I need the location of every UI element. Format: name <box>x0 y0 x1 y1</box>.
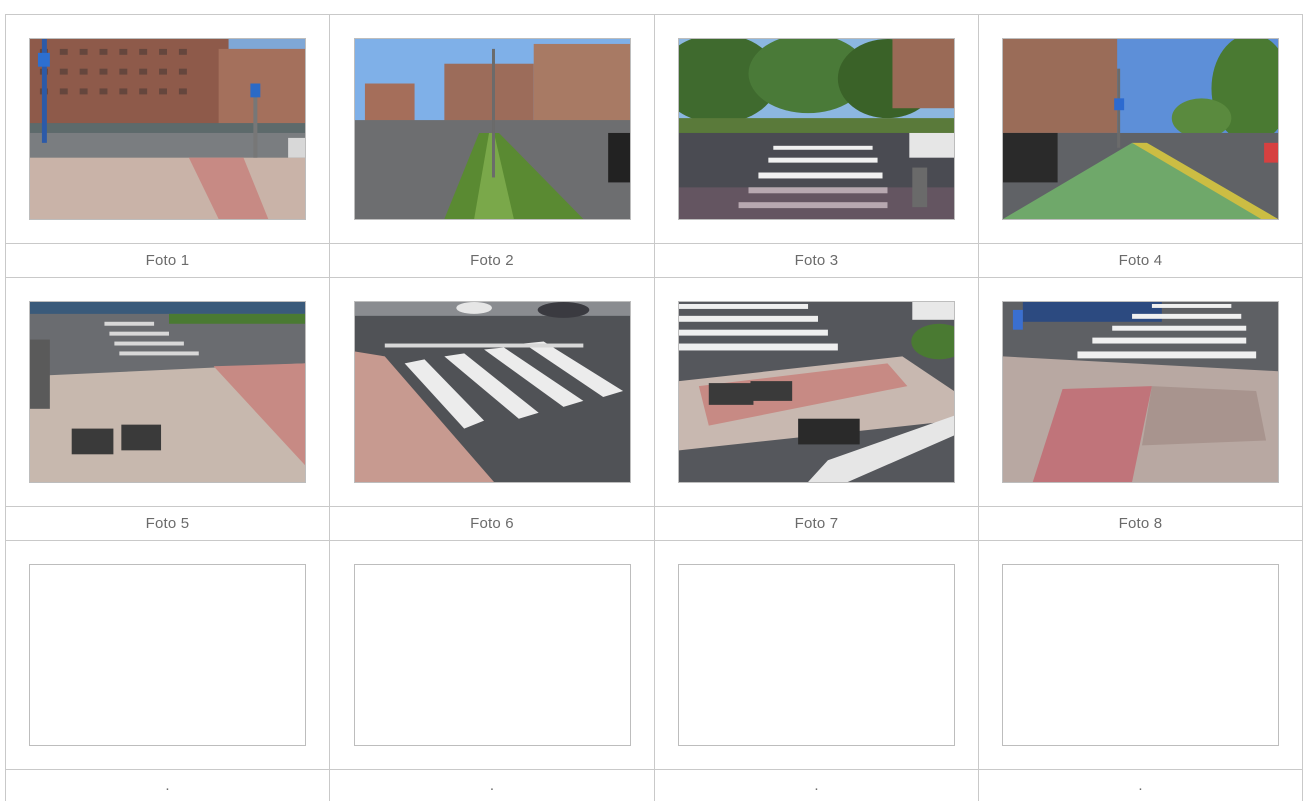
photo-cell-10 <box>329 540 655 770</box>
photo-8[interactable] <box>1002 301 1279 483</box>
caption-4: Foto 4 <box>978 243 1303 278</box>
photo-cell-7 <box>654 277 979 507</box>
caption-7: Foto 7 <box>654 506 979 541</box>
photo-cell-12 <box>978 540 1303 770</box>
caption-1: Foto 1 <box>5 243 330 278</box>
caption-3: Foto 3 <box>654 243 979 278</box>
caption-2: Foto 2 <box>329 243 655 278</box>
photo-cell-1 <box>5 14 330 244</box>
photo-placeholder-11[interactable] <box>678 564 955 746</box>
photo-2[interactable] <box>353 38 631 220</box>
photo-placeholder-12[interactable] <box>1002 564 1279 746</box>
photo-cell-5 <box>5 277 330 507</box>
photo-cell-3 <box>654 14 979 244</box>
photo-5[interactable] <box>29 301 306 483</box>
caption-6: Foto 6 <box>329 506 655 541</box>
caption-11: . <box>654 769 979 801</box>
photo-placeholder-9[interactable] <box>29 564 306 746</box>
photo-6[interactable] <box>353 301 631 483</box>
photo-report-grid: Foto 1 Foto 2 Foto 3 Foto 4 Foto 5 Foto … <box>5 14 1303 802</box>
photo-cell-4 <box>978 14 1303 244</box>
photo-placeholder-10[interactable] <box>353 564 631 746</box>
caption-12: . <box>978 769 1303 801</box>
caption-10: . <box>329 769 655 801</box>
photo-cell-11 <box>654 540 979 770</box>
photo-3[interactable] <box>678 38 955 220</box>
photo-cell-8 <box>978 277 1303 507</box>
photo-cell-9 <box>5 540 330 770</box>
caption-5: Foto 5 <box>5 506 330 541</box>
photo-cell-6 <box>329 277 655 507</box>
caption-9: . <box>5 769 330 801</box>
photo-table: Foto 1 Foto 2 Foto 3 Foto 4 Foto 5 Foto … <box>5 14 1303 801</box>
photo-7[interactable] <box>678 301 955 483</box>
caption-8: Foto 8 <box>978 506 1303 541</box>
photo-1[interactable] <box>29 38 306 220</box>
photo-4[interactable] <box>1002 38 1279 220</box>
photo-cell-2 <box>329 14 655 244</box>
